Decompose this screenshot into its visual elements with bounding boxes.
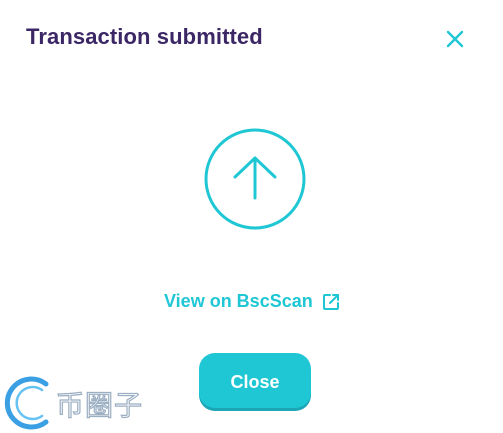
view-on-bscscan-label: View on BscScan [164,291,313,311]
transaction-submitted-modal: Transaction submitted View on BscScan Cl… [0,0,503,433]
watermark-text: 币圈子 [55,388,144,422]
external-link-icon [321,292,341,312]
close-icon[interactable] [442,26,468,52]
watermark-logo: 币圈子 [2,374,152,430]
modal-title: Transaction submitted [26,24,263,49]
arrow-up-circle-icon [203,127,307,231]
close-button[interactable]: Close [199,353,311,411]
view-on-bscscan-link[interactable]: View on BscScan [164,291,341,312]
watermark-logo-icon [4,376,49,430]
